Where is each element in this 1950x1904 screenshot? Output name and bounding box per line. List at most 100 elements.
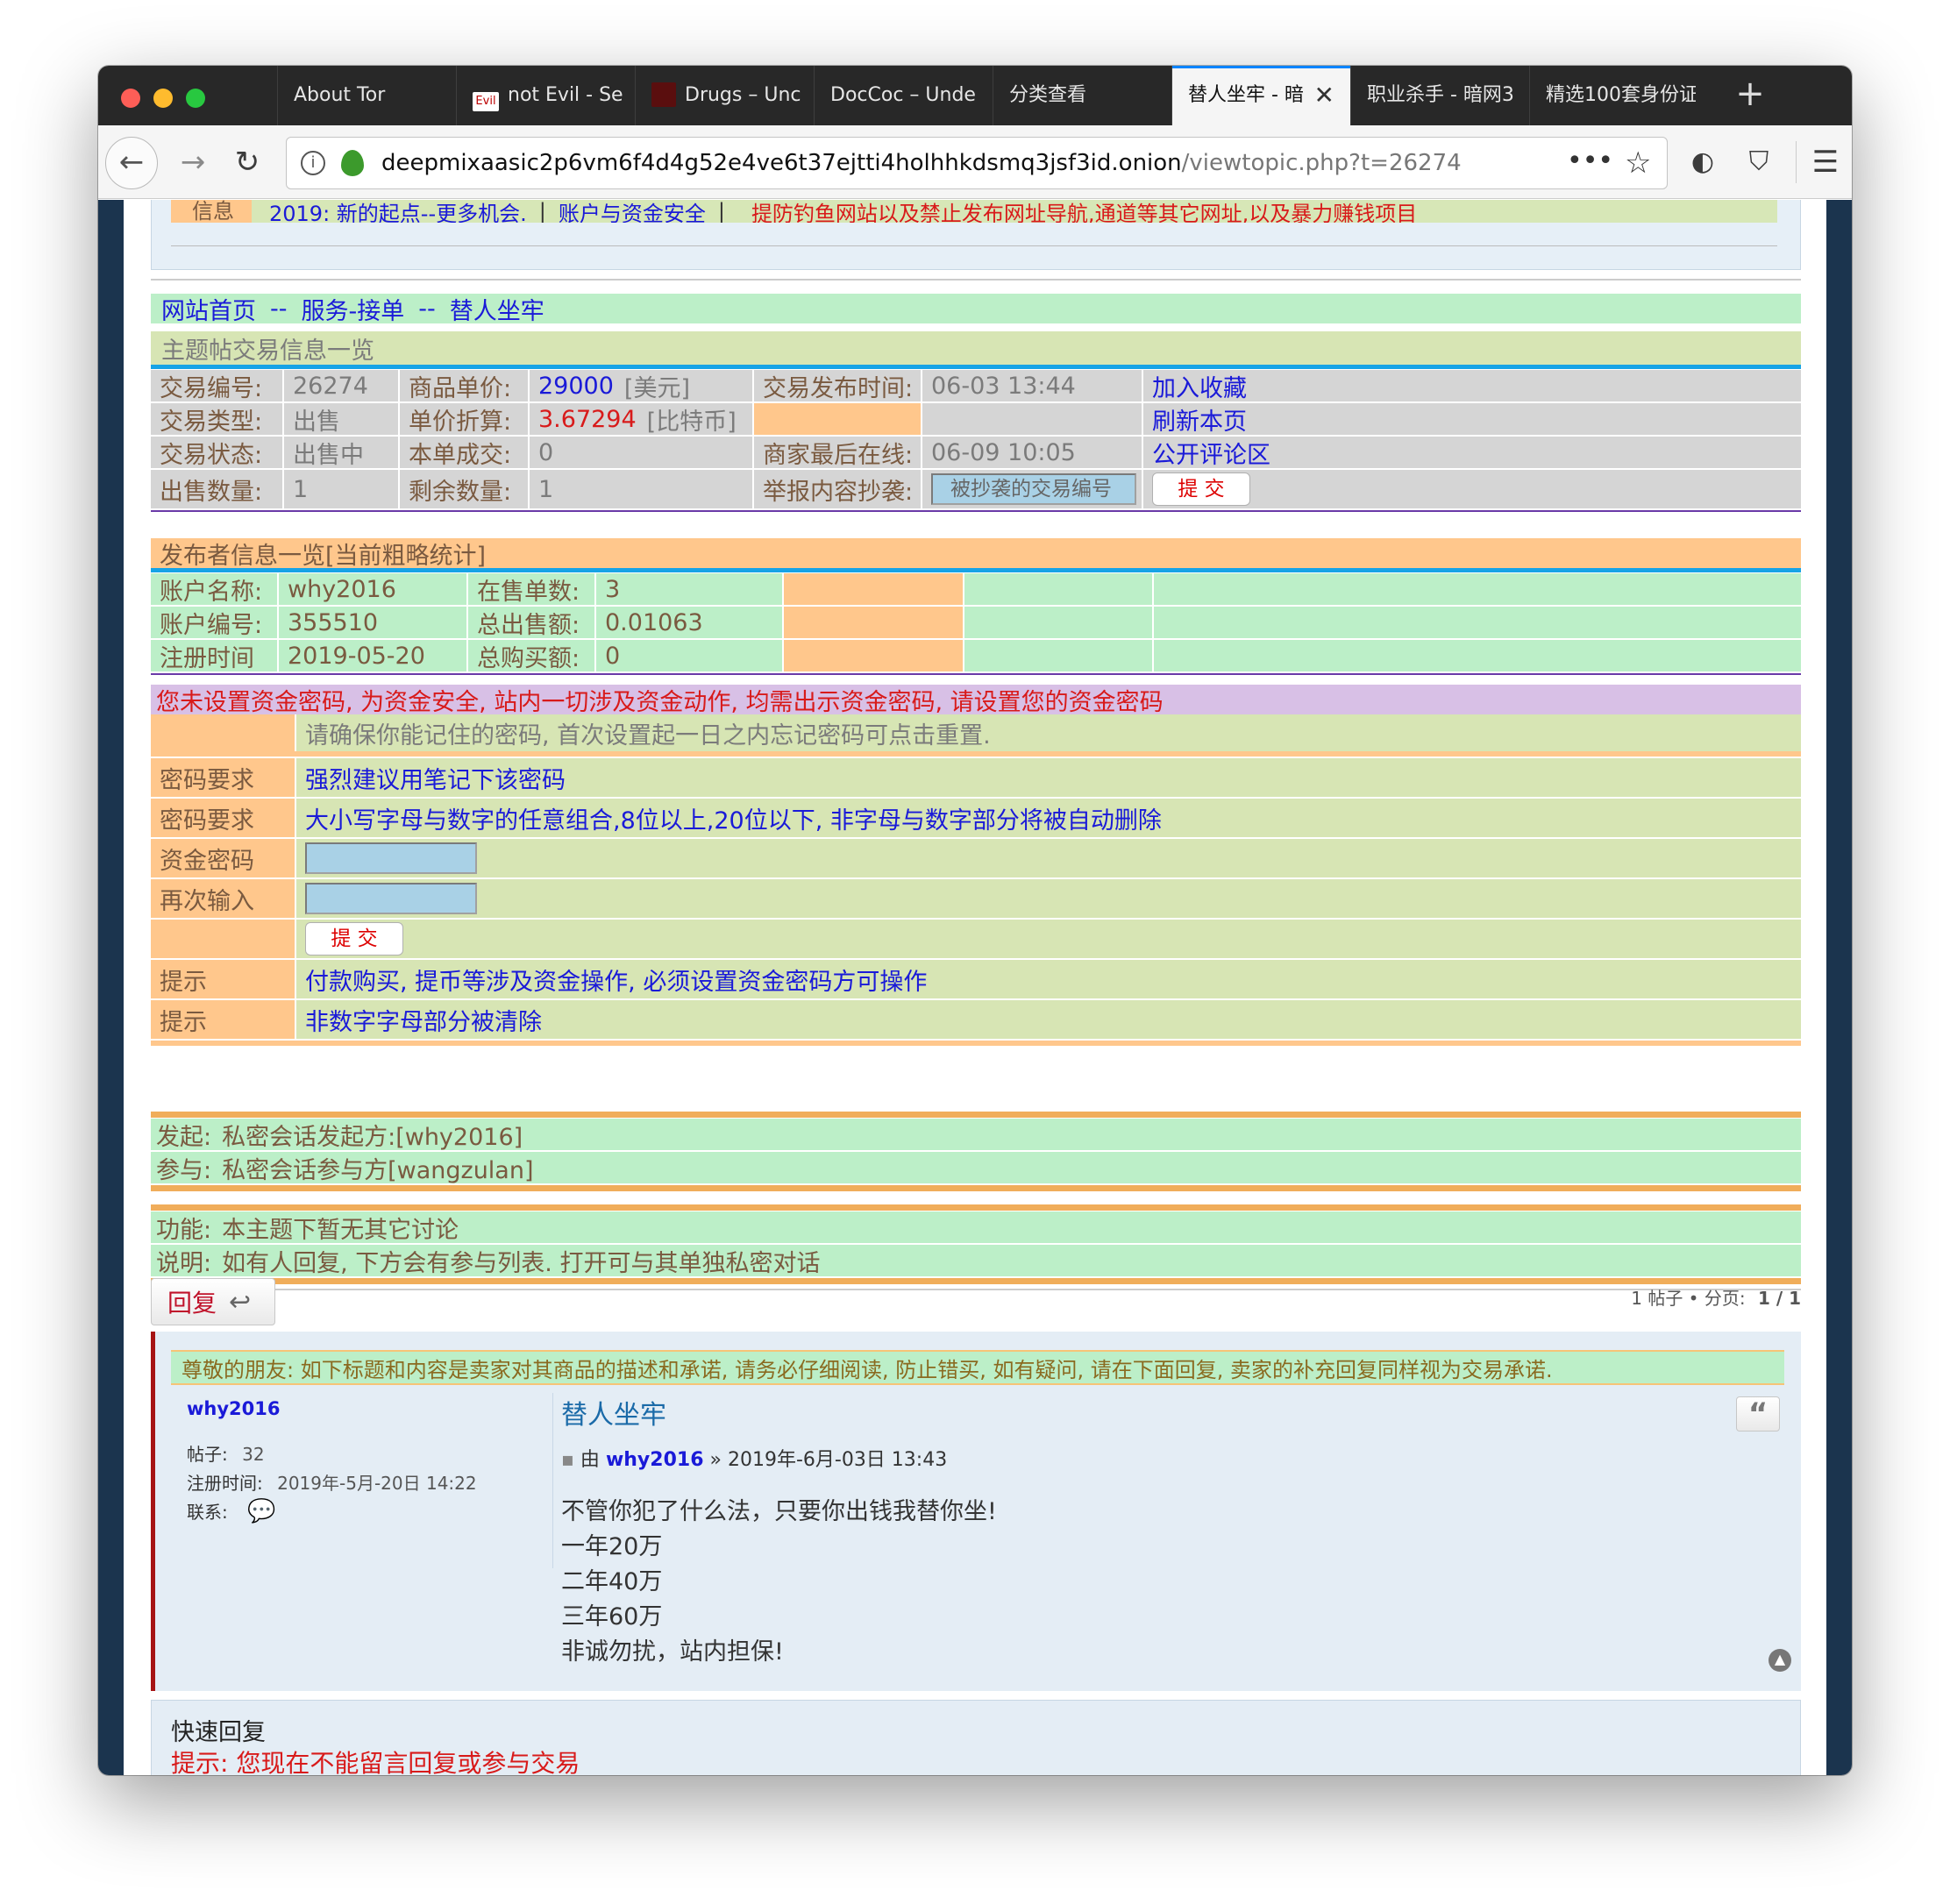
tab-label: not Evil - Se	[508, 84, 623, 106]
chat-starter[interactable]: 私密会话发起方:[why2016]	[222, 1118, 523, 1152]
function-text: 本主题下暂无其它讨论	[222, 1216, 459, 1244]
info-icon[interactable]: i	[301, 151, 325, 175]
zoom-window-button[interactable]	[186, 89, 205, 108]
field-label: 再次输入	[160, 887, 254, 915]
notice-item[interactable]: 账户与资金安全	[559, 200, 706, 224]
breadcrumb-home[interactable]: 网站首页	[161, 292, 256, 326]
author-joined: 2019年-5月-20日 14:22	[277, 1473, 477, 1494]
reload-button[interactable]: ↻	[221, 125, 274, 199]
field-label: 密码要求	[160, 766, 254, 794]
author-post-count: 32	[242, 1444, 265, 1465]
page-content: 信息 2019: 新的起点--更多机会. | 账户与资金安全 | 提防钓鱼网站以…	[124, 200, 1826, 1775]
tab-category[interactable]: 分类查看	[993, 66, 1171, 125]
field-label: 账户名称:	[160, 578, 263, 606]
reply-button[interactable]: 回复 ↩	[151, 1278, 275, 1325]
page-indicator[interactable]: 1 / 1	[1758, 1288, 1801, 1309]
tab-doccoc[interactable]: DocCoc – Unde	[814, 66, 993, 125]
chat-starter-row: 发起: 私密会话发起方:[why2016]	[151, 1118, 1801, 1152]
fund-password-input[interactable]	[305, 842, 477, 874]
breadcrumb-topic[interactable]: 替人坐牢	[450, 292, 544, 326]
btc-unit: [比特币]	[646, 408, 737, 436]
tab-label: Drugs – Unc	[685, 84, 801, 106]
field-label: 说明:	[156, 1249, 212, 1277]
post-title[interactable]: 替人坐牢	[561, 1393, 1701, 1432]
post-content: 不管你犯了什么法，只要你出钱我替你坐! 一年20万 二年40万 三年60万 非诚…	[561, 1495, 1701, 1670]
notice-item[interactable]: 提防钓鱼网站以及禁止发布网址导航,通道等其它网址,以及暴力赚钱项目	[751, 200, 1417, 224]
close-tab-icon[interactable]: ✕	[1314, 66, 1334, 125]
quote-icon[interactable]: “	[1736, 1396, 1780, 1432]
notice-box: 信息 2019: 新的起点--更多机会. | 账户与资金安全 | 提防钓鱼网站以…	[151, 200, 1801, 270]
seller-row-3: 注册时间 2019-05-20 总购买额: 0	[151, 640, 1801, 671]
fund-password-submit-button[interactable]: 提 交	[305, 922, 403, 956]
new-tab-button[interactable]: +	[1724, 66, 1776, 125]
trade-quantity: 1	[293, 475, 309, 503]
fund-password-confirm-input[interactable]	[305, 883, 477, 914]
evil-favicon-icon: Evil	[473, 92, 499, 111]
menu-icon[interactable]: ☰	[1799, 125, 1852, 199]
field-label: 帖子:	[187, 1444, 228, 1465]
breadcrumb-category[interactable]: 服务-接单	[302, 292, 405, 326]
tab-drugs[interactable]: Drugs – Unc	[635, 66, 814, 125]
report-submit-button[interactable]: 提 交	[1152, 472, 1250, 506]
refresh-link[interactable]: 刷新本页	[1152, 403, 1247, 436]
field-label: 注册时间	[160, 644, 254, 672]
forward-button[interactable]: →	[168, 125, 217, 199]
tip-row-1: 提示 付款购买, 提币等涉及资金操作, 必须设置资金密码方可操作	[151, 960, 1801, 998]
tab-label: DocCoc – Unde	[830, 84, 976, 106]
tab-label: 职业杀手 - 暗网3	[1367, 84, 1514, 106]
chat-participant[interactable]: 私密会话参与方[wangzulan]	[222, 1151, 533, 1185]
bookmark-star-icon[interactable]: ☆	[1625, 138, 1651, 188]
tab-about-tor[interactable]: About Tor	[277, 66, 456, 125]
page-actions-icon[interactable]: •••	[1567, 138, 1613, 185]
trade-row-2: 交易类型: 出售 单价折算: 3.67294 [比特币] 刷新本页	[151, 403, 1801, 435]
seller-account-no: 355510	[288, 608, 379, 636]
url-bar[interactable]: i deepmixaasic2p6vm6f4d4g52e4ve6t37ejtti…	[286, 137, 1668, 189]
quick-reply: 快速回复 提示: 您现在不能留言回复或参与交易	[151, 1700, 1801, 1775]
trade-row-3: 交易状态: 出售中 本单成交: 0 商家最后在线: 06-09 10:05 公开…	[151, 437, 1801, 468]
req-row-1: 密码要求 强烈建议用笔记下该密码	[151, 758, 1801, 797]
field-label: 总购买额:	[477, 644, 580, 672]
report-trade-id-input[interactable]: 被抄袭的交易编号	[931, 473, 1136, 505]
seller-on-sale: 3	[605, 575, 621, 603]
seller-last-online: 06-09 10:05	[931, 438, 1076, 466]
field-label: 参与:	[156, 1156, 212, 1184]
post-body: 替人坐牢 ▪ 由 why2016 » 2019年-6月-03日 13:43 不管…	[561, 1393, 1701, 1670]
by-label: 由	[580, 1449, 600, 1471]
back-button[interactable]: ←	[105, 137, 158, 189]
field-label: 交易发布时间:	[763, 374, 914, 402]
field-label: 密码要求	[160, 806, 254, 835]
field-label: 总出售额:	[477, 611, 580, 639]
tab-not-evil[interactable]: Evil not Evil - Se	[456, 66, 635, 125]
field-label: 交易编号:	[160, 374, 263, 402]
tab-id-cards[interactable]: 精选100套身份证	[1529, 66, 1696, 125]
trade-id: 26274	[293, 372, 368, 400]
tab-active-topic[interactable]: 替人坐牢 - 暗 ✕	[1171, 66, 1350, 125]
browser-window: About Tor Evil not Evil - Se Drugs – Unc …	[98, 66, 1852, 1775]
notice-item[interactable]: 2019: 新的起点--更多机会.	[269, 200, 527, 224]
trade-row-1: 交易编号: 26274 商品单价: 29000 [美元] 交易发布时间: 06-0…	[151, 370, 1801, 401]
field-label: 剩余数量:	[409, 478, 512, 506]
submit-row: 提 交	[151, 920, 1801, 958]
fund-note-row: 请确保你能记住的密码, 首次设置起一日之内忘记密码可点击重置.	[151, 714, 1801, 751]
add-favorite-link[interactable]: 加入收藏	[1152, 370, 1247, 402]
security-level-icon[interactable]: ◐	[1676, 125, 1729, 199]
fund-password-form: 您未设置资金密码, 为资金安全, 站内一切涉及资金动作, 均需出示资金密码, 请…	[151, 685, 1801, 1088]
url-text[interactable]: deepmixaasic2p6vm6f4d4g52e4ve6t37ejtti4h…	[381, 138, 1462, 188]
tab-killer[interactable]: 职业杀手 - 暗网3	[1350, 66, 1529, 125]
description-row: 说明: 如有人回复, 下方会有参与列表. 打开可与其单独私密对话	[151, 1245, 1801, 1277]
author-name[interactable]: why2016	[187, 1398, 555, 1419]
public-comments-link[interactable]: 公开评论区	[1152, 437, 1270, 469]
close-window-button[interactable]	[121, 89, 140, 108]
back-to-top-icon[interactable]: ▲	[1769, 1649, 1791, 1672]
minimize-window-button[interactable]	[153, 89, 173, 108]
seller-info-header: 发布者信息一览[当前粗略统计]	[151, 538, 1801, 570]
private-chat-info: 发起: 私密会话发起方:[why2016] 参与: 私密会话参与方[wangzula…	[151, 1112, 1801, 1191]
fund-tip: 非数字字母部分被清除	[305, 1008, 542, 1036]
post-author[interactable]: why2016	[606, 1449, 704, 1471]
shield-icon[interactable]: ⛉	[1733, 125, 1785, 199]
contact-icon[interactable]: 💬	[247, 1498, 275, 1524]
description-text: 如有人回复, 下方会有参与列表. 打开可与其单独私密对话	[222, 1249, 821, 1277]
tip-row-2: 提示 非数字字母部分被清除	[151, 1000, 1801, 1039]
field-label: 出售数量:	[160, 478, 263, 506]
trade-status: 出售中	[293, 441, 364, 469]
